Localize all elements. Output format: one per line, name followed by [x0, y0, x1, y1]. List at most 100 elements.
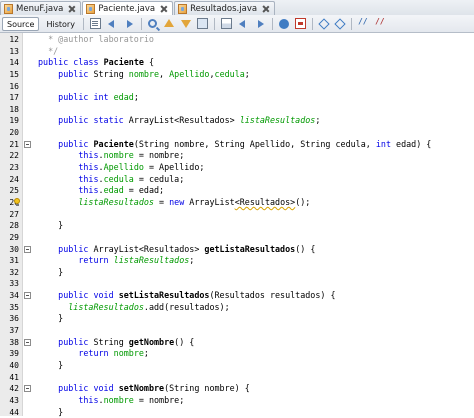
code-text: this.nombre = nombre;: [38, 395, 184, 407]
code-line[interactable]: 42 public void setNombre(String nombre) …: [0, 383, 474, 395]
code-line[interactable]: 17 public int edad;: [0, 92, 474, 104]
next-bookmark-icon[interactable]: [255, 18, 266, 29]
java-file-icon: [178, 4, 187, 14]
fold-collapse-icon[interactable]: [24, 246, 31, 253]
tab-resultados[interactable]: Resultados.java: [174, 1, 275, 15]
line-number: 35: [0, 302, 19, 314]
code-text: return nombre;: [38, 348, 149, 360]
code-line[interactable]: 32 }: [0, 267, 474, 279]
code-line[interactable]: 22 this.nombre = nombre;: [0, 150, 474, 162]
code-line[interactable]: 21 public Paciente(String nombre, String…: [0, 139, 474, 151]
fold-collapse-icon[interactable]: [24, 339, 31, 346]
code-text: return listaResultados;: [38, 255, 194, 267]
line-number: 17: [0, 92, 19, 104]
toolbar-divider: [312, 18, 313, 30]
toggle-bookmark-icon[interactable]: [221, 18, 232, 29]
code-line[interactable]: 28 }: [0, 220, 474, 232]
code-line[interactable]: 19 public static ArrayList<Resultados> l…: [0, 115, 474, 127]
fold-collapse-icon[interactable]: [24, 385, 31, 392]
code-line[interactable]: 20: [0, 127, 474, 139]
line-number: 22: [0, 150, 19, 162]
source-button[interactable]: Source: [2, 17, 39, 31]
recent-files-icon[interactable]: [90, 18, 101, 29]
find-icon[interactable]: [148, 19, 157, 28]
code-line[interactable]: 35 listaResultados.add(resultados);: [0, 302, 474, 314]
code-text: public static ArrayList<Resultados> list…: [38, 115, 320, 127]
uncomment-icon[interactable]: [375, 18, 386, 29]
code-line[interactable]: 16: [0, 81, 474, 93]
code-text: this.nombre = nombre;: [38, 150, 184, 162]
line-number: 16: [0, 81, 19, 93]
code-text: public Paciente(String nombre, String Ap…: [38, 139, 431, 151]
tab-label: Resultados.java: [190, 4, 257, 14]
code-text: public void setListaResultados(Resultado…: [38, 290, 336, 302]
comment-icon[interactable]: [358, 18, 369, 29]
shift-left-icon[interactable]: [318, 18, 329, 29]
code-text: public int edad;: [38, 92, 139, 104]
editor-toolbar: Source History: [0, 15, 474, 33]
code-line[interactable]: 23 this.Apellido = Apellido;: [0, 162, 474, 174]
tab-paciente[interactable]: Paciente.java: [82, 1, 173, 15]
line-number: 12: [0, 34, 19, 46]
toolbar-divider: [272, 18, 273, 30]
line-number: 41: [0, 372, 19, 384]
code-line[interactable]: 41: [0, 372, 474, 384]
line-number: 43: [0, 395, 19, 407]
code-line[interactable]: 18: [0, 104, 474, 116]
code-line[interactable]: 43 this.nombre = nombre;: [0, 395, 474, 407]
find-next-icon[interactable]: [180, 18, 191, 29]
code-line[interactable]: 24 this.cedula = cedula;: [0, 174, 474, 186]
code-line[interactable]: 12 * @author laboratorio: [0, 34, 474, 46]
toggle-highlight-icon[interactable]: [197, 18, 208, 29]
history-button[interactable]: History: [41, 17, 79, 31]
code-text: }: [38, 313, 63, 325]
line-number: 28: [0, 220, 19, 232]
code-line[interactable]: 34 public void setListaResultados(Result…: [0, 290, 474, 302]
line-number: 33: [0, 278, 19, 290]
shift-right-icon[interactable]: [334, 18, 345, 29]
fold-collapse-icon[interactable]: [24, 141, 31, 148]
code-line[interactable]: 31 return listaResultados;: [0, 255, 474, 267]
stop-macro-icon[interactable]: [295, 18, 306, 29]
line-number: 31: [0, 255, 19, 267]
code-text: }: [38, 267, 63, 279]
code-line[interactable]: 36 }: [0, 313, 474, 325]
java-file-icon: [4, 4, 13, 14]
fold-collapse-icon[interactable]: [24, 292, 31, 299]
line-number: 40: [0, 360, 19, 372]
code-line[interactable]: 40 }: [0, 360, 474, 372]
code-text: public void setNombre(String nombre) {: [38, 383, 250, 395]
code-line[interactable]: 13 */: [0, 46, 474, 58]
code-text: this.edad = edad;: [38, 185, 164, 197]
code-line[interactable]: 38 public String getNombre() {: [0, 337, 474, 349]
code-text: this.Apellido = Apellido;: [38, 162, 204, 174]
line-number: 21: [0, 139, 19, 151]
forward-icon[interactable]: [124, 18, 135, 29]
code-line[interactable]: 37: [0, 325, 474, 337]
close-icon[interactable]: [68, 5, 76, 13]
code-line[interactable]: 30 public ArrayList<Resultados> getLista…: [0, 244, 474, 256]
code-editor[interactable]: 12 * @author laboratorio13 */14public cl…: [0, 33, 474, 416]
code-line[interactable]: 39 return nombre;: [0, 348, 474, 360]
code-line[interactable]: 14public class Paciente {: [0, 57, 474, 69]
close-icon[interactable]: [262, 5, 270, 13]
code-line[interactable]: 27: [0, 209, 474, 221]
close-icon[interactable]: [160, 5, 168, 13]
tab-menuf[interactable]: MenuF.java: [0, 1, 81, 15]
code-line[interactable]: 15 public String nombre, Apellido,cedula…: [0, 69, 474, 81]
toolbar-divider: [214, 18, 215, 30]
back-icon[interactable]: [107, 18, 118, 29]
lightbulb-hint-icon[interactable]: [13, 198, 21, 207]
code-line[interactable]: 25 this.edad = edad;: [0, 185, 474, 197]
find-previous-icon[interactable]: [163, 18, 174, 29]
code-line[interactable]: 33: [0, 278, 474, 290]
line-number: 15: [0, 69, 19, 81]
previous-bookmark-icon[interactable]: [238, 18, 249, 29]
code-text: public ArrayList<Resultados> getListaRes…: [38, 244, 315, 256]
code-line[interactable]: 26 listaResultados = new ArrayList<Resul…: [0, 197, 474, 209]
toolbar-divider: [141, 18, 142, 30]
line-number: 23: [0, 162, 19, 174]
start-macro-icon[interactable]: [279, 19, 289, 29]
code-line[interactable]: 44 }: [0, 407, 474, 418]
code-line[interactable]: 29: [0, 232, 474, 244]
